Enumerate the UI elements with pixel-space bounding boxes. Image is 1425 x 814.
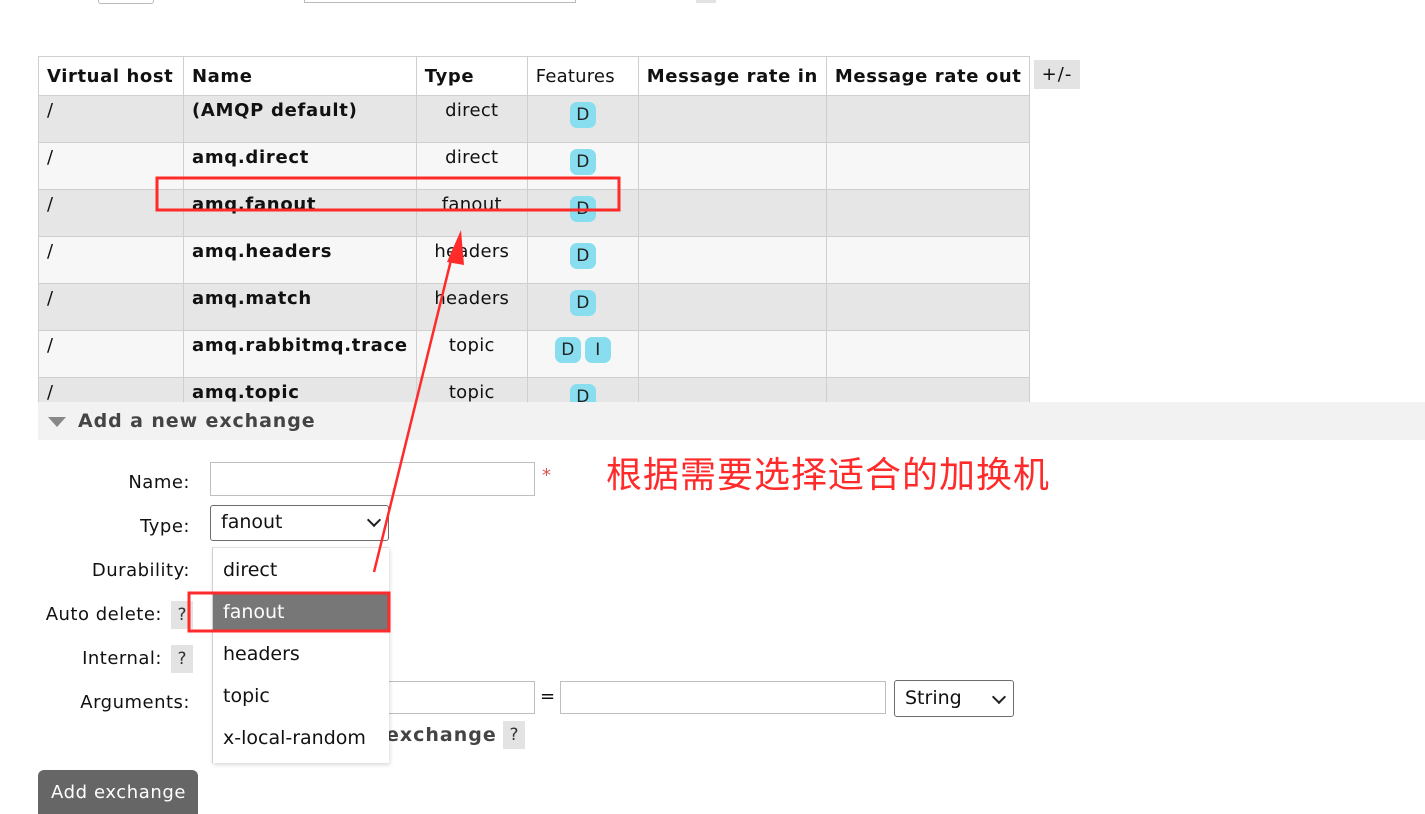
vhost-cell: / <box>38 95 184 143</box>
column-header-type[interactable]: Type <box>415 56 528 96</box>
exchange-type-cell: direct <box>415 142 528 190</box>
rate-out-cell <box>825 95 1031 143</box>
rate-out-cell <box>825 283 1031 331</box>
vhost-cell: / <box>38 189 184 237</box>
rate-in-cell <box>637 330 827 378</box>
rate-out-cell <box>825 236 1031 284</box>
column-header-vhost[interactable]: Virtual host <box>38 56 184 96</box>
exchange-type-cell: headers <box>415 236 528 284</box>
internal-label: Internal: <box>82 648 162 669</box>
exchange-type-cell: direct <box>415 95 528 143</box>
exchange-type-cell: headers <box>415 283 528 331</box>
features-cell: D <box>526 283 639 331</box>
exchanges-table: Virtual host Name Type Features Message … <box>38 56 1031 425</box>
rate-out-cell <box>825 189 1031 237</box>
durability-label: Durability: <box>91 560 190 581</box>
feature-badge-durable: D <box>569 149 596 175</box>
page-size-select-remnant[interactable] <box>98 0 154 4</box>
chevron-down-icon <box>366 512 382 528</box>
exchange-name-link[interactable]: (AMQP default) <box>183 95 417 143</box>
exchange-name-link[interactable]: amq.direct <box>183 142 417 190</box>
feature-badge-durable: D <box>554 337 581 363</box>
argument-type-value: String <box>905 687 962 709</box>
annotation-caption: 根据需要选择适合的加换机 <box>606 455 1051 496</box>
exchange-type-value: fanout <box>221 511 283 533</box>
feature-badge-durable: D <box>569 243 596 269</box>
add-exchange-section-toggle[interactable]: Add a new exchange <box>38 402 1425 440</box>
features-cell: D <box>526 142 639 190</box>
feature-badge-durable: D <box>569 196 596 222</box>
exchange-type-cell: topic <box>415 330 528 378</box>
exchange-name-link[interactable]: amq.fanout <box>183 189 417 237</box>
exchange-type-cell: fanout <box>415 189 528 237</box>
exchange-type-dropdown-list: direct fanout headers topic x-local-rand… <box>212 547 389 763</box>
argument-equals-sign: = <box>540 686 556 707</box>
features-cell: D <box>526 236 639 284</box>
type-option-x-local-random[interactable]: x-local-random <box>213 718 389 756</box>
exchange-name-link[interactable]: amq.rabbitmq.trace <box>183 330 417 378</box>
regex-help-remnant[interactable] <box>696 0 716 3</box>
rate-out-cell <box>825 142 1031 190</box>
chevron-down-icon <box>991 689 1007 705</box>
features-cell: D <box>526 189 639 237</box>
add-exchange-button[interactable]: Add exchange <box>38 770 198 814</box>
rate-in-cell <box>637 142 827 190</box>
auto-delete-label: Auto delete: <box>45 604 162 625</box>
features-cell: D <box>526 95 639 143</box>
table-row: / amq.fanout fanout D <box>38 189 1031 237</box>
column-header-features: Features <box>526 56 639 96</box>
internal-help-icon[interactable]: ? <box>171 645 193 673</box>
exchange-name-link[interactable]: amq.match <box>183 283 417 331</box>
type-option-headers[interactable]: headers <box>213 634 389 672</box>
rate-in-cell <box>637 95 827 143</box>
table-row: / amq.match headers D <box>38 283 1031 331</box>
table-row: / amq.rabbitmq.trace topic DI <box>38 330 1031 378</box>
feature-badge-durable: D <box>569 102 596 128</box>
collapse-triangle-icon <box>48 417 66 427</box>
argument-type-select[interactable]: String <box>894 680 1014 717</box>
section-title: Add a new exchange <box>78 410 316 432</box>
rate-in-cell <box>637 189 827 237</box>
table-row: / amq.headers headers D <box>38 236 1031 284</box>
arguments-label: Arguments: <box>80 692 190 713</box>
argument-key-input[interactable] <box>386 681 535 714</box>
vhost-cell: / <box>38 330 184 378</box>
filter-input-remnant[interactable] <box>304 0 576 3</box>
table-header-row: Virtual host Name Type Features Message … <box>38 56 1031 96</box>
column-header-rate-in[interactable]: Message rate in <box>637 56 827 96</box>
alternate-exchange-help-icon[interactable]: ? <box>503 721 525 749</box>
type-option-topic[interactable]: topic <box>213 676 389 714</box>
exchange-type-select[interactable]: fanout <box>210 505 389 541</box>
exchange-name-link[interactable]: amq.headers <box>183 236 417 284</box>
type-option-fanout[interactable]: fanout <box>213 592 389 630</box>
required-marker: * <box>542 465 551 486</box>
auto-delete-help-icon[interactable]: ? <box>171 601 193 629</box>
features-cell: DI <box>526 330 639 378</box>
vhost-cell: / <box>38 236 184 284</box>
column-header-name[interactable]: Name <box>183 56 417 96</box>
exchange-name-input[interactable] <box>210 462 535 496</box>
table-row: / (AMQP default) direct D <box>38 95 1031 143</box>
vhost-cell: / <box>38 142 184 190</box>
columns-toggle-button[interactable]: +/- <box>1034 60 1080 89</box>
feature-badge-internal: I <box>584 337 611 363</box>
name-label: Name: <box>128 472 190 493</box>
vhost-cell: / <box>38 283 184 331</box>
feature-badge-durable: D <box>569 290 596 316</box>
table-row: / amq.direct direct D <box>38 142 1031 190</box>
rate-in-cell <box>637 283 827 331</box>
rate-out-cell <box>825 330 1031 378</box>
column-header-rate-out[interactable]: Message rate out <box>825 56 1031 96</box>
rate-in-cell <box>637 236 827 284</box>
type-option-direct[interactable]: direct <box>213 550 389 588</box>
argument-value-input[interactable] <box>560 681 886 714</box>
alternate-exchange-link[interactable]: exchange <box>386 724 497 746</box>
type-label: Type: <box>140 516 190 537</box>
